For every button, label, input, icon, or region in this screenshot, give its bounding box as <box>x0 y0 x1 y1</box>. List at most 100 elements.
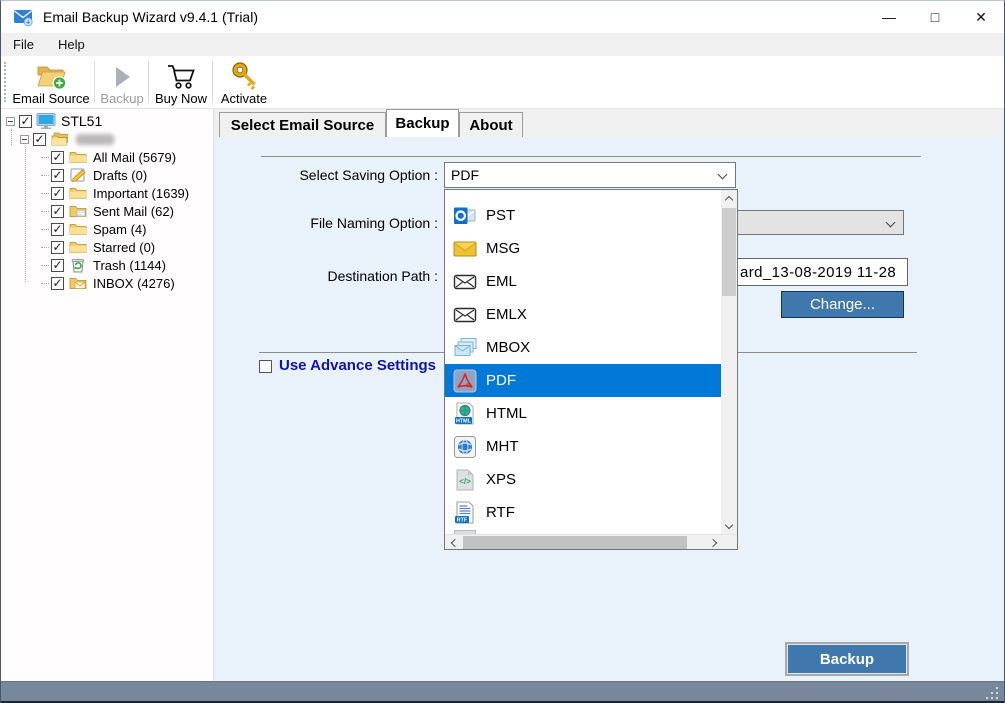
buy-now-label: Buy Now <box>155 91 207 106</box>
scroll-right-icon[interactable] <box>706 535 722 550</box>
folder-icon <box>68 221 88 237</box>
tree-folder-label: Important (1639) <box>93 186 189 201</box>
tree-folder-label: Drafts (0) <box>93 168 147 183</box>
collapse-icon[interactable] <box>20 135 29 144</box>
dropdown-item-pst[interactable]: PST <box>445 199 721 232</box>
mbox-stack-icon <box>452 335 478 361</box>
dropdown-item-label: EML <box>486 273 517 290</box>
tree-checkbox[interactable]: ✓ <box>51 241 64 254</box>
toolbar-separator <box>212 61 213 103</box>
scroll-down-icon[interactable] <box>721 518 737 535</box>
dropdown-item-pdf-selected[interactable]: PDF <box>445 364 721 397</box>
dropdown-item-eml[interactable]: EML <box>445 265 721 298</box>
saving-option-combobox[interactable]: PDF <box>444 162 736 188</box>
svg-text:RTF: RTF <box>457 517 468 523</box>
backup-toolbar-button: Backup <box>97 58 147 106</box>
tab-select-email-source[interactable]: Select Email Source <box>219 112 386 137</box>
tree-root-label: STL51 <box>61 113 102 129</box>
toolbar-grip <box>4 62 7 102</box>
dropdown-item-msg[interactable]: MSG <box>445 232 721 265</box>
tree-node-folder[interactable]: ✓ Sent Mail (62) <box>1 202 213 220</box>
dropdown-item-mht[interactable]: MHT <box>445 430 721 463</box>
dropdown-vertical-scrollbar[interactable] <box>721 190 737 535</box>
window-title: Email Backup Wizard v9.4.1 (Trial) <box>43 9 258 25</box>
tree-checkbox[interactable]: ✓ <box>51 205 64 218</box>
scroll-left-icon[interactable] <box>445 535 461 550</box>
close-icon[interactable]: ✕ <box>958 1 1004 33</box>
email-source-folder-plus-icon <box>34 58 68 90</box>
chevron-down-icon <box>718 170 728 180</box>
scrollbar-thumb[interactable] <box>463 536 687 549</box>
separator-line <box>261 156 921 157</box>
toolbar-separator <box>148 61 149 103</box>
folder-icon <box>68 185 88 201</box>
advance-settings-label: Use Advance Settings <box>279 357 436 374</box>
svg-text:</>: </> <box>459 477 471 486</box>
tree-folder-label: INBOX (4276) <box>93 276 175 291</box>
tree-node-folder[interactable]: ✓ Spam (4) <box>1 220 213 238</box>
dropdown-item-emlx[interactable]: EMLX <box>445 298 721 331</box>
change-button[interactable]: Change... <box>781 291 904 318</box>
emlx-envelope-icon <box>452 302 478 328</box>
folder-icon <box>68 239 88 255</box>
tree-node-folder[interactable]: ✓ INBOX (4276) <box>1 274 213 292</box>
toolbar-separator <box>94 61 95 103</box>
backup-play-icon <box>109 58 135 90</box>
rtf-doc-icon: RTF <box>452 500 478 526</box>
tree-checkbox[interactable]: ✓ <box>19 115 32 128</box>
menu-file[interactable]: File <box>1 33 46 56</box>
tree-checkbox[interactable]: ✓ <box>51 169 64 182</box>
tab-backup[interactable]: Backup <box>386 109 459 137</box>
html-icon: HTML <box>452 401 478 427</box>
saving-option-dropdown-list: PST MSG EML EMLX <box>444 189 738 550</box>
tab-about[interactable]: About <box>459 112 523 137</box>
dropdown-item-mbox[interactable]: MBOX <box>445 331 721 364</box>
tree-node-folder[interactable]: ✓ Drafts (0) <box>1 166 213 184</box>
dropdown-item-label: MBOX <box>486 339 530 356</box>
scrollbar-thumb[interactable] <box>722 208 736 296</box>
dropdown-item-label: XPS <box>486 471 516 488</box>
resize-grip[interactable] <box>986 687 998 699</box>
tree-folder-label: Sent Mail (62) <box>93 204 174 219</box>
mht-globe-icon <box>452 434 478 460</box>
dropdown-item-html[interactable]: HTML HTML <box>445 397 721 430</box>
toolbar: Email Source Backup Buy Now <box>1 56 1004 109</box>
tree-checkbox[interactable]: ✓ <box>51 223 64 236</box>
tree-node-account[interactable]: ✓ <box>1 130 213 148</box>
tree-node-folder[interactable]: ✓ Important (1639) <box>1 184 213 202</box>
minimize-icon[interactable]: — <box>866 1 912 33</box>
folder-tree-panel: ✓ STL51 ✓ <box>1 109 214 681</box>
svg-text:HTML: HTML <box>456 418 472 424</box>
dropdown-horizontal-scrollbar[interactable] <box>445 534 737 549</box>
buy-now-button[interactable]: Buy Now <box>151 58 211 106</box>
drafts-icon <box>68 167 88 183</box>
tree-checkbox[interactable]: ✓ <box>33 133 46 146</box>
email-source-button[interactable]: Email Source <box>9 58 93 106</box>
dropdown-item-label: PDF <box>486 372 516 389</box>
advance-settings-checkbox[interactable] <box>259 360 272 373</box>
backup-button[interactable]: Backup <box>785 642 909 676</box>
dropdown-item-label: HTML <box>486 405 527 422</box>
tree-node-folder[interactable]: ✓ Starred (0) <box>1 238 213 256</box>
destination-path-value: ard_13-08-2019 11-28 <box>740 264 896 281</box>
dropdown-item-xps[interactable]: </> XPS <box>445 463 721 496</box>
tree-node-folder[interactable]: ✓ Trash (1144) <box>1 256 213 274</box>
tree-checkbox[interactable]: ✓ <box>51 187 64 200</box>
scroll-up-icon[interactable] <box>721 190 737 207</box>
tree-node-folder[interactable]: ✓ All Mail (5679) <box>1 148 213 166</box>
maximize-icon[interactable]: □ <box>912 1 958 33</box>
dropdown-item-rtf[interactable]: RTF RTF <box>445 496 721 529</box>
app-envelope-icon <box>13 7 33 27</box>
collapse-icon[interactable] <box>6 117 15 126</box>
tree-checkbox[interactable]: ✓ <box>51 151 64 164</box>
pdf-icon <box>452 368 478 394</box>
tree-checkbox[interactable]: ✓ <box>51 259 64 272</box>
tree-checkbox[interactable]: ✓ <box>51 277 64 290</box>
shopping-cart-icon <box>166 58 196 90</box>
dropdown-item-label: MHT <box>486 438 519 455</box>
menu-help[interactable]: Help <box>46 33 97 56</box>
activate-button[interactable]: Activate <box>215 58 273 106</box>
title-bar: Email Backup Wizard v9.4.1 (Trial) — □ ✕ <box>1 1 1004 33</box>
computer-icon <box>36 113 56 129</box>
tree-node-root[interactable]: ✓ STL51 <box>1 112 213 130</box>
